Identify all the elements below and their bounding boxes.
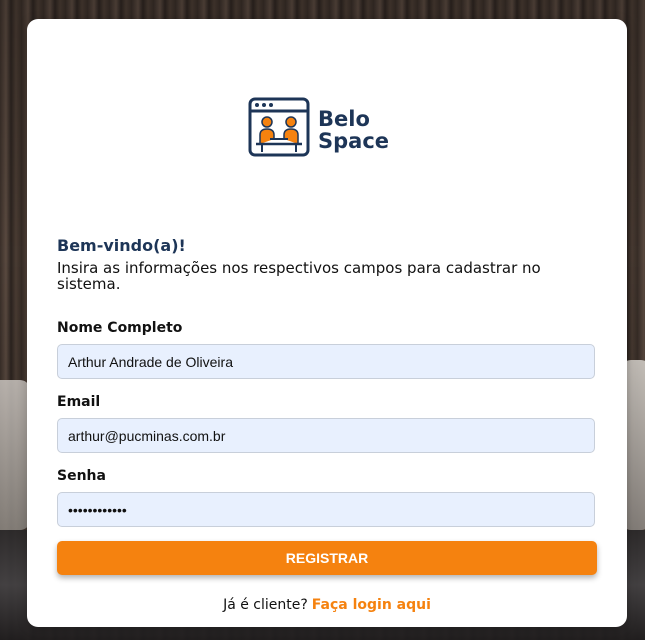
login-link[interactable]: Faça login aqui — [312, 597, 431, 613]
brand-name: Belo Space — [318, 108, 389, 152]
email-label: Email — [57, 394, 101, 410]
brand-name-line1: Belo — [318, 106, 370, 131]
register-button[interactable]: REGISTRAR — [57, 541, 597, 575]
welcome-heading: Bem-vindo(a)! — [57, 236, 186, 255]
email-input[interactable] — [57, 418, 595, 453]
welcome-subtitle: Insira as informações nos respectivos ca… — [57, 259, 541, 293]
name-label: Nome Completo — [57, 320, 183, 336]
background-chair-left — [0, 380, 30, 530]
register-card: Belo Space Bem-vindo(a)! Insira as infor… — [27, 19, 627, 627]
password-input[interactable] — [57, 492, 595, 527]
password-label: Senha — [57, 468, 106, 484]
brand-name-line2: Space — [318, 128, 390, 153]
login-prompt: Já é cliente? Faça login aqui — [27, 597, 627, 613]
brand-logo: Belo Space — [248, 97, 389, 162]
login-prompt-text: Já é cliente? — [223, 597, 308, 613]
name-input[interactable] — [57, 344, 595, 379]
coworking-icon — [248, 97, 310, 162]
